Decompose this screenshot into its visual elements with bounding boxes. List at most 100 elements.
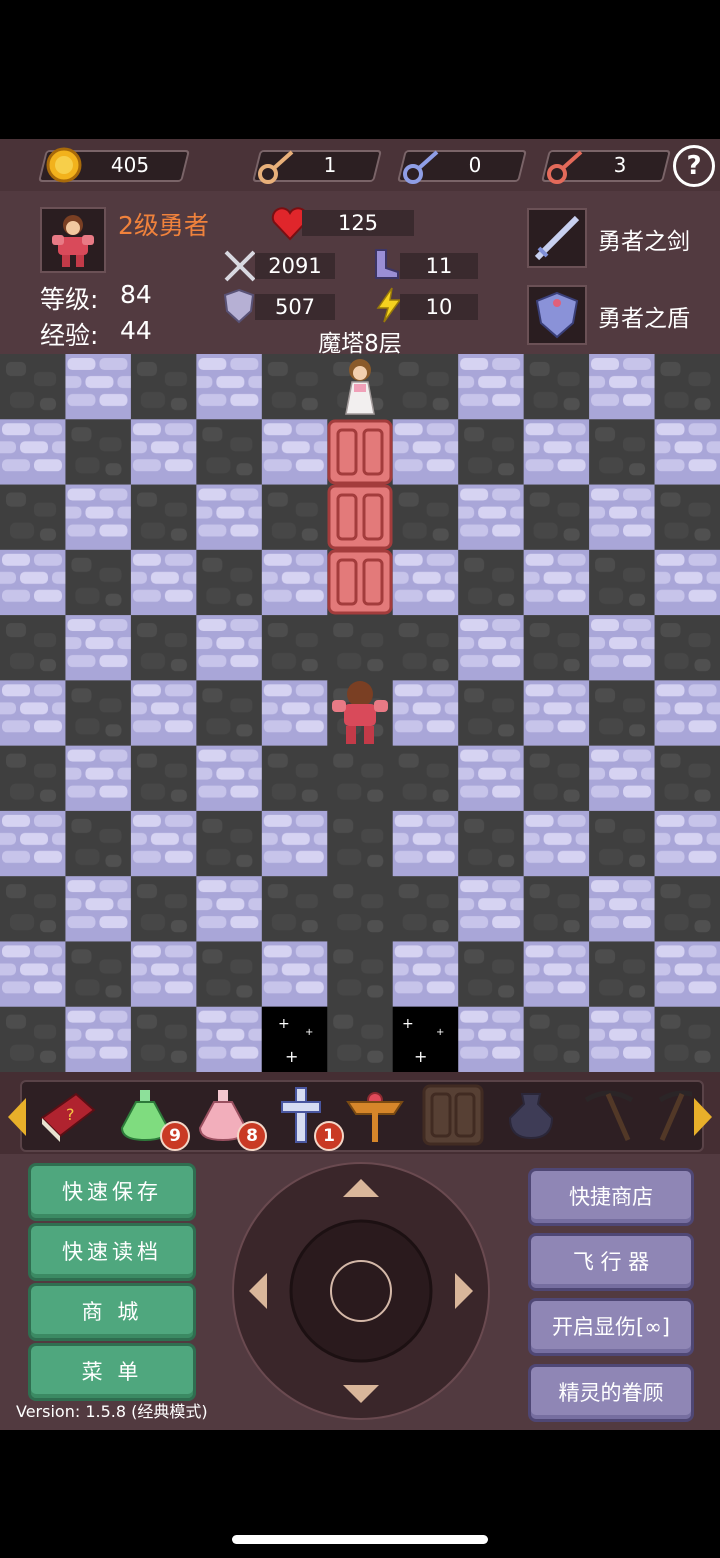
floor-tile: [392, 354, 459, 420]
item-slot[interactable]: [578, 1084, 640, 1146]
floor-tile: [327, 615, 394, 681]
floor-tile: [327, 876, 394, 942]
floor-tile: [130, 745, 197, 812]
menu-button[interactable]: 菜 单: [28, 1343, 196, 1401]
svg-text:+: +: [402, 1016, 414, 1032]
gold-coin-icon: [46, 147, 82, 183]
item-count-badge: 8: [237, 1121, 267, 1151]
svg-text:?: ?: [66, 1105, 75, 1124]
wall-tile: [523, 680, 590, 747]
fairy-blessing-button[interactable]: 精灵的眷顾: [528, 1364, 694, 1422]
wall-tile: [0, 680, 66, 747]
home-indicator[interactable]: [232, 1535, 488, 1544]
dpad[interactable]: [230, 1160, 492, 1422]
floor-tile: [523, 876, 590, 942]
floor-tile: [523, 354, 590, 420]
scroll-right-arrow-icon[interactable]: [692, 1096, 714, 1138]
wall-tile: [196, 876, 263, 942]
red-door[interactable]: [327, 419, 393, 485]
stairs-down-right[interactable]: + + +: [392, 1006, 459, 1072]
mall-button[interactable]: 商 城: [28, 1283, 196, 1341]
boots-icon: [375, 249, 399, 279]
wall-tile: [654, 419, 720, 486]
quick-load-button[interactable]: 快速读档: [28, 1223, 196, 1281]
scroll-left-arrow-icon[interactable]: [6, 1096, 28, 1138]
item-count-badge: 9: [160, 1121, 190, 1151]
quick-save-button[interactable]: 快速保存: [28, 1163, 196, 1221]
shield-icon: [223, 288, 255, 324]
floor-tile: [327, 1006, 394, 1072]
red-door[interactable]: [327, 484, 393, 550]
floor-tile: [654, 745, 720, 812]
door-icon: [422, 1084, 484, 1146]
floor-tile: [261, 484, 328, 551]
wall-tile: [196, 354, 263, 420]
wall-tile: [458, 876, 525, 942]
item-slot[interactable]: [344, 1084, 406, 1146]
floor-tile: [261, 745, 328, 812]
wall-tile: [589, 484, 656, 551]
damage-display-button[interactable]: 开启显伤[∞]: [528, 1298, 694, 1356]
item-slot[interactable]: [500, 1084, 562, 1146]
wall-tile: [654, 810, 720, 877]
floor-tile: [392, 615, 459, 681]
svg-text:+: +: [414, 1047, 427, 1066]
wall-tile: [392, 419, 459, 486]
wall-tile: [458, 1006, 525, 1072]
quick-shop-button[interactable]: 快捷商店: [528, 1168, 694, 1226]
item-slot[interactable]: [652, 1084, 692, 1146]
tower-floor-map[interactable]: + + + + + +: [0, 354, 720, 1072]
help-button[interactable]: ?: [673, 145, 715, 187]
magic-value: 10: [400, 294, 478, 320]
wall-tile: [130, 941, 197, 1008]
wall-tile: [65, 876, 132, 942]
weapon-slot: [527, 208, 587, 268]
floor-tile: [523, 745, 590, 812]
wall-tile: [589, 615, 656, 681]
hero-title: 2级勇者: [118, 211, 209, 240]
wall-tile: [458, 615, 525, 681]
hero-shield-icon: [535, 291, 579, 339]
floor-tile: [327, 941, 394, 1008]
wall-tile: [458, 745, 525, 812]
item-slot[interactable]: ?: [36, 1084, 98, 1146]
wall-tile: [523, 549, 590, 616]
wall-tile: [589, 1006, 656, 1072]
weapon-name: 勇者之剑: [598, 229, 690, 255]
wall-tile: [196, 745, 263, 812]
red-door[interactable]: [327, 549, 393, 615]
wall-tile: [261, 941, 328, 1008]
wall-tile: [65, 745, 132, 812]
floor-tile: [589, 419, 656, 486]
floor-tile: [458, 810, 525, 877]
svg-text:+: +: [285, 1047, 298, 1066]
floor-tile: [196, 810, 263, 877]
wall-tile: [589, 876, 656, 942]
wall-tile: [654, 680, 720, 747]
floor-tile: [130, 1006, 197, 1072]
floor-tile: [130, 484, 197, 551]
wall-tile: [130, 419, 197, 486]
wall-tile: [458, 354, 525, 420]
monster-manual-icon: ?: [40, 1092, 96, 1142]
blue-key-count: 0: [468, 153, 482, 177]
defense-value: 507: [255, 294, 335, 320]
wall-tile: [0, 941, 66, 1008]
flyer-button[interactable]: 飞 行 器: [528, 1233, 694, 1291]
wall-tile: [392, 810, 459, 877]
floor-tile: [196, 941, 263, 1008]
item-slot[interactable]: [422, 1084, 484, 1146]
floor-tile: [130, 354, 197, 420]
shield-name: 勇者之盾: [598, 306, 690, 332]
floor-tile: [196, 680, 263, 747]
wall-tile: [196, 615, 263, 681]
floor-tile: [0, 484, 66, 551]
exp-value: 44: [120, 316, 152, 345]
wall-tile: [130, 810, 197, 877]
stairs-down-left[interactable]: + + +: [261, 1006, 328, 1072]
floor-tile: [654, 484, 720, 551]
wall-tile: [392, 549, 459, 616]
level-label: 等级:: [40, 285, 99, 314]
pickaxe-icon: [658, 1090, 692, 1141]
floor-tile: [327, 745, 394, 812]
